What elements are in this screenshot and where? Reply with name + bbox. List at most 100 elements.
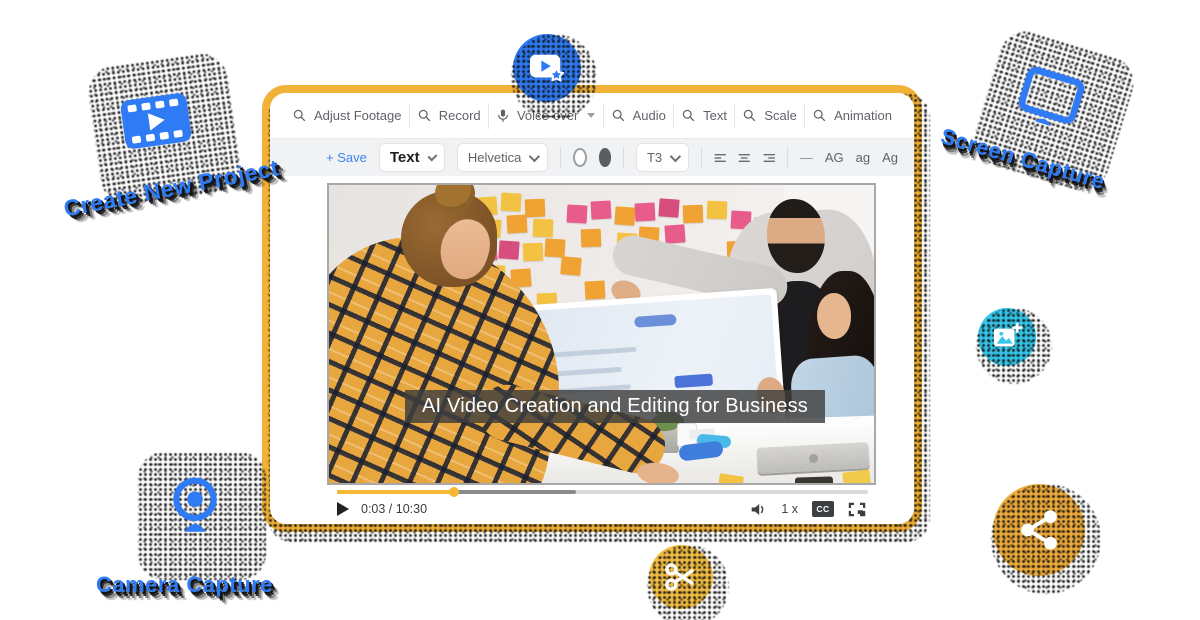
progress-knob[interactable] xyxy=(449,487,459,497)
uppercase-button[interactable]: AG xyxy=(825,150,844,165)
volume-icon[interactable] xyxy=(750,502,767,517)
sticky-note xyxy=(523,243,544,262)
search-icon xyxy=(812,108,827,123)
fullscreen-icon[interactable] xyxy=(848,502,866,517)
text-style-select[interactable]: Text xyxy=(379,143,445,172)
font-family-value: Helvetica xyxy=(468,150,521,165)
progress-played xyxy=(337,490,454,494)
toolbar-item-audio[interactable]: Audio xyxy=(611,108,666,123)
share-icon xyxy=(1016,507,1062,553)
strikethrough-dash-button[interactable]: — xyxy=(800,150,813,165)
microphone-icon xyxy=(496,108,510,124)
format-divider xyxy=(623,147,624,169)
text-color-filled-swatch[interactable] xyxy=(599,148,611,167)
film-strip-play-icon xyxy=(117,88,194,153)
text-size-value: T3 xyxy=(647,150,662,165)
webcam-icon xyxy=(166,476,224,538)
new-project-circle-button[interactable] xyxy=(513,34,581,102)
scene-presenter-head xyxy=(767,199,825,273)
scene-screen-button xyxy=(674,374,713,389)
sticky-note xyxy=(683,205,704,224)
add-image-circle-button[interactable] xyxy=(978,308,1036,366)
format-divider xyxy=(787,147,788,169)
video-caption: AI Video Creation and Editing for Busine… xyxy=(405,390,825,423)
share-circle-button[interactable] xyxy=(993,484,1085,576)
toolbar-item-scale[interactable]: Scale xyxy=(742,108,797,123)
search-icon xyxy=(742,108,757,123)
sticky-note xyxy=(585,280,606,299)
time-display: 0:03 / 10:30 xyxy=(361,502,427,516)
search-icon xyxy=(611,108,626,123)
video-frame[interactable]: AI Video Creation and Editing for Busine… xyxy=(327,183,876,485)
scene-screen-pill xyxy=(634,314,677,328)
text-color-outline-swatch[interactable] xyxy=(573,148,587,167)
player-controls: 0:03 / 10:30 1 x CC xyxy=(327,494,876,524)
sticky-note xyxy=(842,469,871,485)
scene-seated-woman-face xyxy=(817,293,851,339)
sticky-note xyxy=(591,200,612,219)
scene-screen-row xyxy=(549,347,636,358)
format-divider xyxy=(701,147,702,169)
video-player: AI Video Creation and Editing for Busine… xyxy=(327,183,876,524)
format-divider xyxy=(560,147,561,169)
monitor-icon xyxy=(1010,62,1091,139)
toolbar-divider xyxy=(409,103,410,129)
text-size-select[interactable]: T3 xyxy=(636,143,689,172)
toolbar-item-text[interactable]: Text xyxy=(681,108,727,123)
align-center-icon[interactable] xyxy=(738,150,750,166)
scene-phone xyxy=(795,476,833,485)
sticky-note xyxy=(707,201,728,220)
text-style-value: Text xyxy=(390,149,420,166)
toolbar-item-label: Animation xyxy=(834,108,892,123)
toolbar-item-label: Adjust Footage xyxy=(314,108,401,123)
toolbar-item-adjust-footage[interactable]: Adjust Footage xyxy=(292,108,401,123)
toolbar-item-label: Scale xyxy=(764,108,797,123)
scene-screen-row xyxy=(550,366,622,376)
toolbar-item-label: Record xyxy=(439,108,481,123)
toolbar-divider xyxy=(804,103,805,129)
chevron-down-icon xyxy=(427,151,437,161)
sticky-note xyxy=(635,202,656,221)
editor-window-inner: Adjust Footage Record Voice-over Audio xyxy=(270,93,914,524)
sticky-note xyxy=(581,229,602,248)
sticky-note xyxy=(560,256,581,276)
lowercase-button[interactable]: ag xyxy=(856,150,870,165)
sticky-note xyxy=(533,219,554,238)
sticky-note xyxy=(614,206,635,225)
chevron-down-icon xyxy=(587,113,595,118)
play-button[interactable] xyxy=(337,502,349,516)
sticky-note xyxy=(545,238,566,257)
font-family-select[interactable]: Helvetica xyxy=(457,143,548,172)
search-icon xyxy=(292,108,307,123)
toolbar-item-label: Text xyxy=(703,108,727,123)
page: Adjust Footage Record Voice-over Audio xyxy=(0,0,1200,620)
top-toolbar: Adjust Footage Record Voice-over Audio xyxy=(270,93,914,138)
save-button[interactable]: + Save xyxy=(326,150,367,165)
toolbar-item-record[interactable]: Record xyxy=(417,108,481,123)
scene-laptop-logo xyxy=(809,454,818,463)
toolbar-divider xyxy=(603,103,604,129)
sticky-note xyxy=(507,214,528,233)
player-controls-right: 1 x CC xyxy=(750,501,866,517)
camera-capture-label: Camera Capture xyxy=(96,572,273,598)
trim-circle-button[interactable] xyxy=(649,545,713,609)
captions-button[interactable]: CC xyxy=(812,501,834,517)
sticky-note xyxy=(567,204,588,223)
toolbar-divider xyxy=(734,103,735,129)
titlecase-button[interactable]: Ag xyxy=(882,150,898,165)
search-icon xyxy=(681,108,696,123)
camera-capture-card[interactable] xyxy=(140,452,250,562)
toolbar-item-animation[interactable]: Animation xyxy=(812,108,892,123)
scissors-icon xyxy=(663,560,699,594)
toolbar-divider xyxy=(488,103,489,129)
toolbar-divider xyxy=(673,103,674,129)
align-left-icon[interactable] xyxy=(714,150,726,166)
video-star-icon xyxy=(528,51,566,85)
align-right-icon[interactable] xyxy=(763,150,775,166)
video-progress-bar[interactable] xyxy=(337,490,868,494)
search-icon xyxy=(417,108,432,123)
sticky-note xyxy=(658,198,679,217)
playback-speed-button[interactable]: 1 x xyxy=(781,502,798,516)
sticky-note xyxy=(498,240,519,259)
sticky-note xyxy=(664,224,685,243)
